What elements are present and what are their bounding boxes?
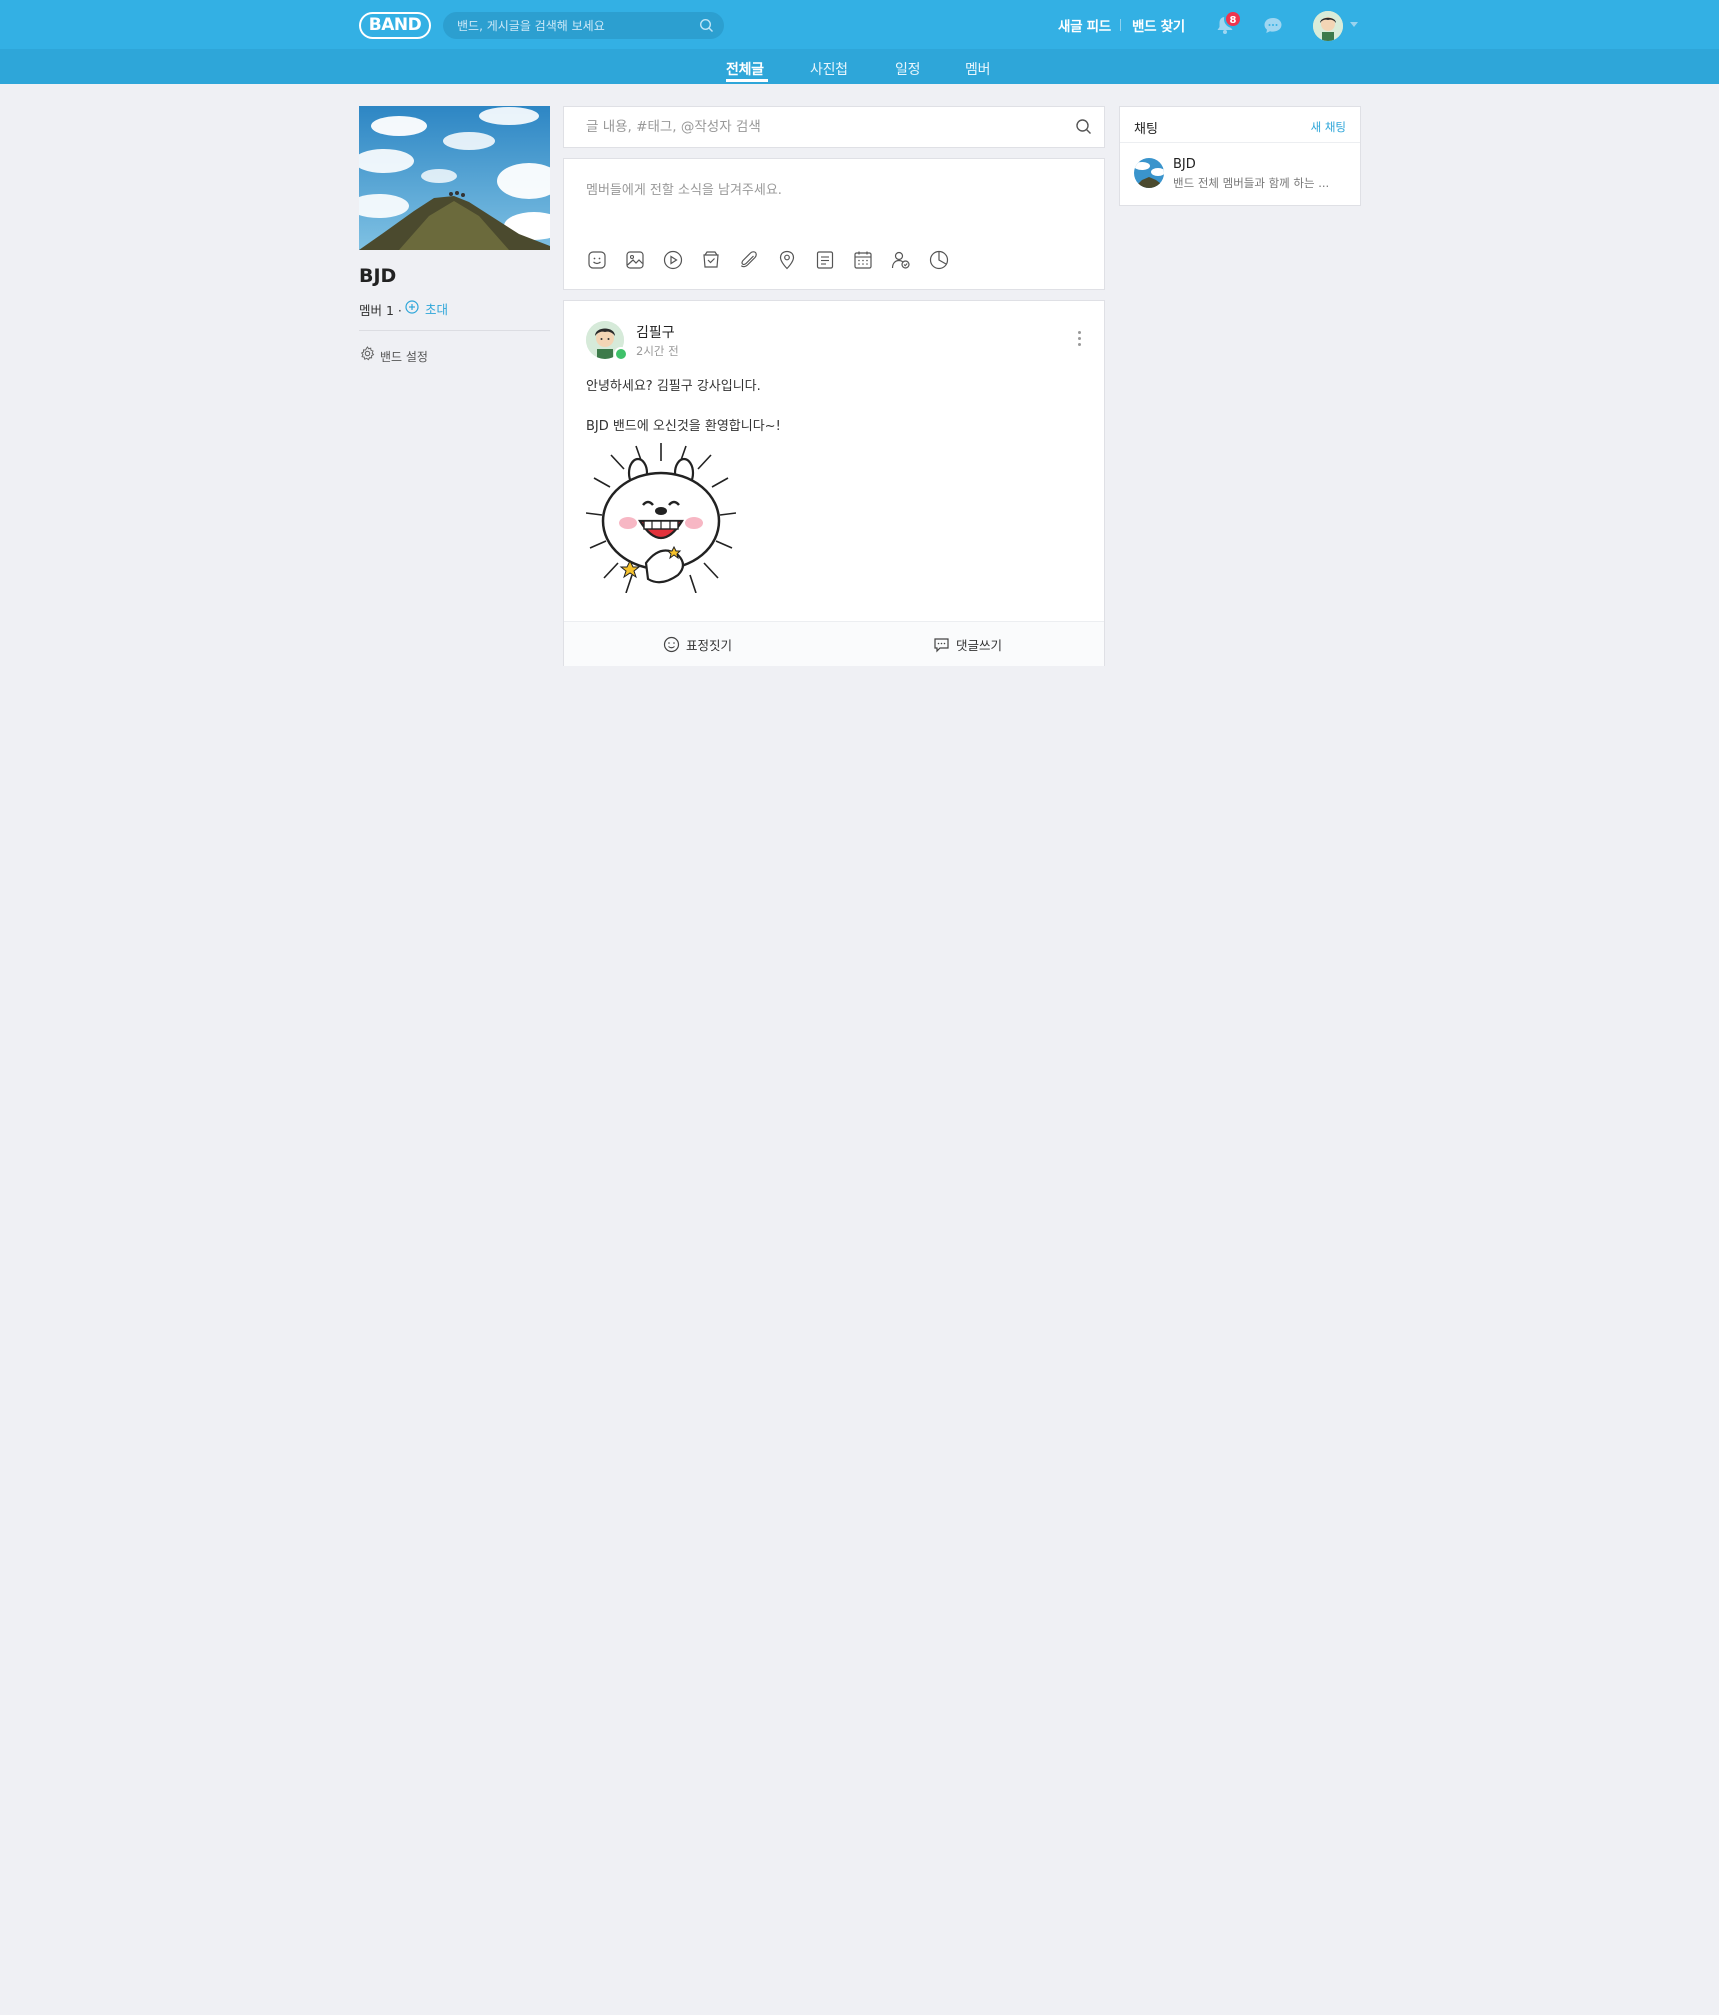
chevron-down-icon[interactable]	[1350, 22, 1358, 27]
new-chat-button[interactable]: 새 채팅	[1311, 119, 1346, 135]
composer-placeholder[interactable]: 멤버들에게 전할 소식을 남겨주세요.	[586, 179, 782, 198]
gear-icon[interactable]	[360, 346, 375, 361]
divider	[1120, 19, 1121, 31]
band-cover-image[interactable]	[359, 106, 550, 250]
band-tab-bar	[0, 49, 1719, 84]
leader-badge	[614, 347, 628, 361]
search-icon[interactable]	[1075, 118, 1092, 135]
tab-members[interactable]: 멤버	[965, 59, 990, 79]
post-card: 김필구 2시간 전 안녕하세요? 김필구 강사입니다. BJD 밴드에 오신것을…	[563, 300, 1105, 666]
find-band-link[interactable]: 밴드 찾기	[1132, 15, 1185, 35]
new-feed-link[interactable]: 새글 피드	[1058, 15, 1111, 35]
tab-album[interactable]: 사진첩	[810, 59, 848, 79]
chat-room-avatar[interactable]	[1134, 158, 1164, 188]
global-search[interactable]	[443, 12, 724, 39]
band-name: BJD	[359, 265, 397, 287]
band-logo[interactable]: BAND	[359, 12, 431, 39]
todo-icon[interactable]	[814, 249, 836, 271]
vote-box-icon[interactable]	[700, 249, 722, 271]
tab-schedule[interactable]: 일정	[895, 59, 920, 79]
notification-badge: 8	[1224, 10, 1242, 28]
chat-room-preview[interactable]: 밴드 전체 멤버들과 함께 하는 ...	[1173, 175, 1329, 191]
member-tag-icon[interactable]	[890, 249, 912, 271]
post-author[interactable]: 김필구	[636, 322, 675, 342]
top-bar	[0, 0, 1719, 49]
chat-bubble-icon[interactable]	[1263, 16, 1283, 35]
post-text-line: 안녕하세요? 김필구 강사입니다.	[586, 379, 761, 394]
calendar-icon[interactable]	[852, 249, 874, 271]
post-time: 2시간 전	[636, 344, 679, 358]
chat-panel: 채팅 새 채팅 BJD 밴드 전체 멤버들과 함께 하는 ...	[1119, 106, 1361, 206]
comment-icon[interactable]	[933, 636, 950, 653]
more-options-icon[interactable]	[1078, 331, 1082, 349]
comment-button[interactable]: 댓글쓰기	[956, 635, 1002, 654]
post-text-line: BJD 밴드에 오신것을 환영합니다~!	[586, 419, 781, 434]
post-search-input[interactable]	[586, 107, 1046, 147]
video-icon[interactable]	[662, 249, 684, 271]
global-search-input[interactable]	[457, 12, 687, 39]
post-composer[interactable]: 멤버들에게 전할 소식을 남겨주세요.	[563, 158, 1105, 290]
chat-panel-title: 채팅	[1134, 122, 1158, 137]
sticker-icon[interactable]	[586, 249, 608, 271]
member-count[interactable]: 멤버 1 ·	[359, 300, 402, 319]
divider	[1120, 142, 1360, 143]
emotion-button[interactable]: 표정짓기	[686, 635, 732, 654]
quiz-icon[interactable]	[928, 249, 950, 271]
invite-button[interactable]: 초대	[425, 299, 448, 318]
sticker-image	[585, 443, 737, 594]
post-search-box[interactable]	[563, 106, 1105, 148]
chat-room-name[interactable]: BJD	[1173, 157, 1196, 172]
attach-icon[interactable]	[738, 249, 760, 271]
smile-icon[interactable]	[663, 636, 680, 653]
band-settings-link[interactable]: 밴드 설정	[380, 348, 428, 365]
photo-icon[interactable]	[624, 249, 646, 271]
divider	[359, 330, 550, 331]
search-icon[interactable]	[699, 18, 714, 33]
plus-circle-icon[interactable]	[405, 300, 419, 314]
tab-all-posts[interactable]: 전체글	[726, 59, 764, 79]
location-icon[interactable]	[776, 249, 798, 271]
profile-avatar[interactable]	[1313, 11, 1343, 41]
active-tab-indicator	[726, 79, 768, 82]
post-action-bar: 표정짓기 댓글쓰기	[564, 621, 1104, 666]
